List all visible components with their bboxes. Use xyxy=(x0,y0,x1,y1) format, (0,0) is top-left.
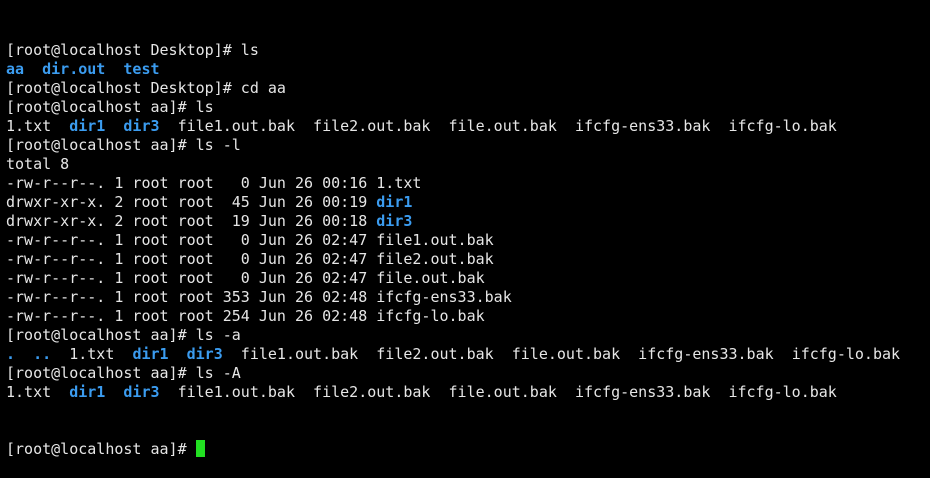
output-text: -rw-r--r--. 1 root root 0 Jun 26 02:47 f… xyxy=(6,250,494,268)
terminal-line: [root@localhost Desktop]# ls xyxy=(6,41,930,60)
command-prompt: [root@localhost aa]# ls -l xyxy=(6,136,241,154)
terminal-line: 1.txt dir1 dir3 file1.out.bak file2.out.… xyxy=(6,117,930,136)
terminal-line: -rw-r--r--. 1 root root 0 Jun 26 02:47 f… xyxy=(6,250,930,269)
terminal-cursor xyxy=(195,440,205,457)
command-prompt: [root@localhost Desktop]# ls xyxy=(6,41,259,59)
terminal-line: [root@localhost Desktop]# cd aa xyxy=(6,79,930,98)
directory-name: .. xyxy=(33,345,52,363)
terminal-line: total 8 xyxy=(6,155,930,174)
directory-name: dir1 xyxy=(132,345,169,363)
output-text: file1.out.bak file2.out.bak file.out.bak… xyxy=(222,345,901,363)
command-prompt: [root@localhost aa]# ls xyxy=(6,98,214,116)
terminal-output: [root@localhost Desktop]# ls aa dir.out t… xyxy=(6,41,930,402)
terminal-line: -rw-r--r--. 1 root root 254 Jun 26 02:48… xyxy=(6,307,930,326)
output-text: file1.out.bak file2.out.bak file.out.bak… xyxy=(159,117,837,135)
command-prompt: [root@localhost aa]# ls -A xyxy=(6,364,241,382)
terminal-line: [root@localhost aa]# ls -A xyxy=(6,364,930,383)
directory-name: dir3 xyxy=(376,212,413,230)
terminal-line: [root@localhost aa]# ls -l xyxy=(6,136,930,155)
directory-name: . xyxy=(6,345,16,363)
directory-name: dir1 xyxy=(69,383,106,401)
output-text: 1.txt xyxy=(51,345,133,363)
terminal-line: [root@localhost aa]# ls xyxy=(6,98,930,117)
output-text: total 8 xyxy=(6,155,70,173)
directory-name: dir1 xyxy=(376,193,413,211)
directory-name: aa xyxy=(6,60,25,78)
terminal-line: -rw-r--r--. 1 root root 353 Jun 26 02:48… xyxy=(6,288,930,307)
terminal-line: -rw-r--r--. 1 root root 0 Jun 26 00:16 1… xyxy=(6,174,930,193)
output-text: file1.out.bak file2.out.bak file.out.bak… xyxy=(159,383,837,401)
terminal-line: drwxr-xr-x. 2 root root 19 Jun 26 00:18 … xyxy=(6,212,930,231)
command-prompt: [root@localhost Desktop]# cd aa xyxy=(6,79,286,97)
command-prompt: [root@localhost aa]# ls -a xyxy=(6,326,241,344)
current-prompt: [root@localhost aa]# xyxy=(6,440,196,458)
terminal-line: -rw-r--r--. 1 root root 0 Jun 26 02:47 f… xyxy=(6,231,930,250)
terminal-line: aa dir.out test xyxy=(6,60,930,79)
terminal-line: 1.txt dir1 dir3 file1.out.bak file2.out.… xyxy=(6,383,930,402)
output-text: -rw-r--r--. 1 root root 0 Jun 26 02:47 f… xyxy=(6,269,485,287)
terminal-line: -rw-r--r--. 1 root root 0 Jun 26 02:47 f… xyxy=(6,269,930,288)
directory-name: dir.out xyxy=(42,60,106,78)
directory-name: test xyxy=(123,60,160,78)
output-text: -rw-r--r--. 1 root root 0 Jun 26 02:47 f… xyxy=(6,231,494,249)
output-text: 1.txt xyxy=(6,383,70,401)
directory-name: dir3 xyxy=(123,117,160,135)
output-text: drwxr-xr-x. 2 root root 45 Jun 26 00:19 xyxy=(6,193,377,211)
output-text: drwxr-xr-x. 2 root root 19 Jun 26 00:18 xyxy=(6,212,377,230)
terminal-line: [root@localhost aa]# ls -a xyxy=(6,326,930,345)
terminal-window[interactable]: [root@localhost Desktop]# ls aa dir.out t… xyxy=(0,0,930,458)
output-text: -rw-r--r--. 1 root root 254 Jun 26 02:48… xyxy=(6,307,485,325)
directory-name: dir1 xyxy=(69,117,106,135)
directory-name: dir3 xyxy=(123,383,160,401)
output-text: 1.txt xyxy=(6,117,70,135)
output-text: -rw-r--r--. 1 root root 0 Jun 26 00:16 1… xyxy=(6,174,422,192)
directory-name: dir3 xyxy=(186,345,223,363)
terminal-prompt-line[interactable]: [root@localhost aa]# xyxy=(6,440,930,459)
terminal-line: drwxr-xr-x. 2 root root 45 Jun 26 00:19 … xyxy=(6,193,930,212)
output-text: -rw-r--r--. 1 root root 353 Jun 26 02:48… xyxy=(6,288,512,306)
terminal-line: . .. 1.txt dir1 dir3 file1.out.bak file2… xyxy=(6,345,930,364)
